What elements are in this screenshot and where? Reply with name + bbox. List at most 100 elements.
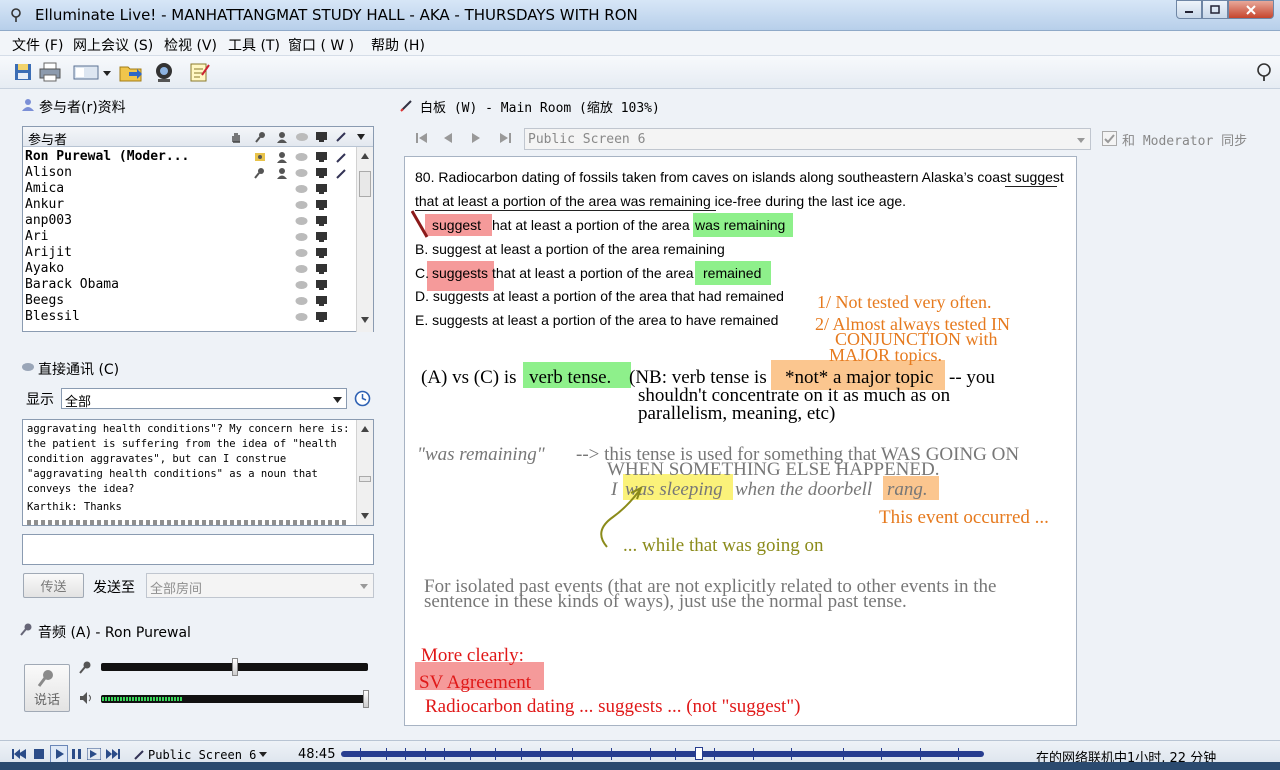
avc-you: -- you bbox=[949, 367, 995, 388]
sync-checkbox[interactable] bbox=[1102, 131, 1117, 146]
option-a-verb: suggest bbox=[432, 217, 482, 233]
load-button[interactable] bbox=[119, 60, 143, 84]
chat-input[interactable] bbox=[22, 534, 374, 565]
pen-icon bbox=[336, 132, 346, 142]
participant-row[interactable]: Amica bbox=[23, 181, 356, 197]
question-line-2: that at least a portion of the area was … bbox=[415, 193, 907, 209]
participant-row[interactable]: Arijit bbox=[23, 245, 356, 261]
toolbar bbox=[0, 56, 1280, 89]
send-button[interactable]: 传送 bbox=[23, 573, 84, 598]
webcam-button[interactable] bbox=[152, 60, 176, 84]
participant-row[interactable]: Ari bbox=[23, 229, 356, 245]
participant-row[interactable]: Ayako bbox=[23, 261, 356, 277]
scroll-up-icon[interactable] bbox=[361, 153, 369, 159]
participant-name: Arijit bbox=[25, 245, 72, 260]
avc-verb-tense: verb tense. bbox=[529, 367, 612, 388]
next-page-icon[interactable] bbox=[471, 133, 481, 143]
playback-timeline[interactable] bbox=[341, 747, 984, 760]
underline bbox=[415, 210, 716, 211]
mic-slider[interactable] bbox=[101, 658, 368, 676]
first-page-icon[interactable] bbox=[416, 133, 428, 143]
scroll-up-icon[interactable] bbox=[361, 426, 369, 432]
window-title: Elluminate Live! - MANHATTANGMAT STUDY H… bbox=[35, 6, 638, 24]
prev-page-icon[interactable] bbox=[443, 133, 453, 143]
timeline-tick bbox=[424, 748, 426, 760]
timeline-tick bbox=[713, 748, 715, 760]
maximize-button[interactable] bbox=[1202, 0, 1228, 19]
participants-scrollbar[interactable] bbox=[356, 147, 373, 332]
minimize-button[interactable] bbox=[1176, 0, 1202, 19]
chat-transcript[interactable]: aggravating health conditions"? My conce… bbox=[22, 419, 374, 526]
speaker-slider-thumb[interactable] bbox=[363, 690, 369, 708]
menu-meeting[interactable]: 网上会议 (S) bbox=[73, 35, 153, 55]
talk-mic-icon bbox=[37, 669, 53, 687]
timeline-tick bbox=[958, 748, 960, 760]
monitor-icon bbox=[316, 232, 327, 242]
menu-view[interactable]: 检视 (V) bbox=[164, 35, 217, 55]
chevron-down-icon[interactable] bbox=[259, 752, 267, 757]
layout-button[interactable] bbox=[71, 60, 113, 84]
play-button[interactable] bbox=[50, 745, 68, 763]
chat-bubble-icon bbox=[295, 201, 308, 209]
chat-scrollbar[interactable] bbox=[356, 420, 373, 525]
mic-icon bbox=[254, 168, 264, 179]
whiteboard-pen-icon bbox=[400, 100, 412, 112]
participant-row[interactable]: Alison bbox=[23, 165, 356, 181]
menu-tools[interactable]: 工具 (T) bbox=[228, 35, 280, 55]
chat-filter-select[interactable]: 全部 bbox=[61, 388, 347, 410]
screen-select[interactable]: Public Screen 6 bbox=[524, 128, 1091, 150]
scroll-thumb[interactable] bbox=[359, 171, 371, 197]
stop-icon[interactable] bbox=[33, 748, 45, 760]
send-to-select[interactable]: 全部房间 bbox=[146, 573, 374, 598]
fast-forward-icon[interactable] bbox=[106, 748, 120, 760]
speaker-slider[interactable] bbox=[101, 690, 369, 708]
option-a-middle: hat at least a portion of the area bbox=[492, 217, 690, 233]
monitor-icon bbox=[316, 216, 327, 226]
participants-header: 参与者 bbox=[23, 127, 373, 148]
pause-icon[interactable] bbox=[71, 748, 83, 760]
talk-button[interactable]: 说话 bbox=[24, 664, 70, 712]
last-page-icon[interactable] bbox=[499, 133, 511, 143]
timeline-tick bbox=[881, 748, 883, 760]
participant-row[interactable]: Ron Purewal (Moder... bbox=[23, 149, 356, 165]
scroll-down-icon[interactable] bbox=[361, 513, 369, 519]
audio-mic-icon bbox=[20, 623, 32, 636]
play-icon bbox=[56, 749, 64, 759]
whiteboard-canvas[interactable]: 80. Radiocarbon dating of fossils taken … bbox=[404, 156, 1077, 726]
timeline-tick bbox=[611, 748, 613, 760]
while-going-on: ... while that was going on bbox=[623, 535, 824, 556]
scroll-thumb[interactable] bbox=[359, 476, 371, 482]
menu-window[interactable]: 窗口 ( W ) bbox=[288, 35, 354, 55]
menu-file[interactable]: 文件 (F) bbox=[12, 35, 63, 55]
mic-slider-thumb[interactable] bbox=[231, 658, 238, 676]
sv-agreement: SV Agreement bbox=[419, 672, 532, 693]
clock-icon[interactable] bbox=[354, 390, 371, 407]
minimize-icon bbox=[1185, 10, 1193, 13]
option-c-verb: suggests bbox=[432, 265, 489, 281]
scroll-down-icon[interactable] bbox=[361, 317, 369, 323]
monitor-icon bbox=[316, 248, 327, 258]
moderator-icon bbox=[255, 153, 265, 161]
menu-help[interactable]: 帮助 (H) bbox=[371, 35, 425, 55]
chevron-down-icon[interactable] bbox=[356, 133, 366, 141]
participant-row[interactable]: anp003 bbox=[23, 213, 356, 229]
rewind-icon[interactable] bbox=[12, 748, 26, 760]
chat-bubble-icon bbox=[295, 233, 308, 241]
participants-icon bbox=[22, 99, 34, 111]
step-icon[interactable] bbox=[87, 748, 101, 760]
activity-button[interactable] bbox=[1252, 60, 1276, 84]
save-button[interactable] bbox=[11, 60, 35, 84]
participant-row[interactable]: Barack Obama bbox=[23, 277, 356, 293]
chat-show-label: 显示 bbox=[26, 392, 54, 408]
status-screen[interactable]: Public Screen 6 bbox=[148, 748, 256, 762]
participant-row[interactable]: Ankur bbox=[23, 197, 356, 213]
notes-button[interactable] bbox=[187, 60, 211, 84]
participant-row[interactable]: Blessil bbox=[23, 309, 356, 325]
option-d: D. suggests at least a portion of the ar… bbox=[415, 288, 784, 304]
participant-row[interactable]: Beegs bbox=[23, 293, 356, 309]
timeline-thumb[interactable] bbox=[694, 747, 703, 760]
avc-parallelism: parallelism, meaning, etc) bbox=[638, 403, 836, 424]
close-button[interactable] bbox=[1228, 0, 1274, 19]
print-button[interactable] bbox=[38, 60, 62, 84]
print-icon bbox=[39, 62, 61, 82]
